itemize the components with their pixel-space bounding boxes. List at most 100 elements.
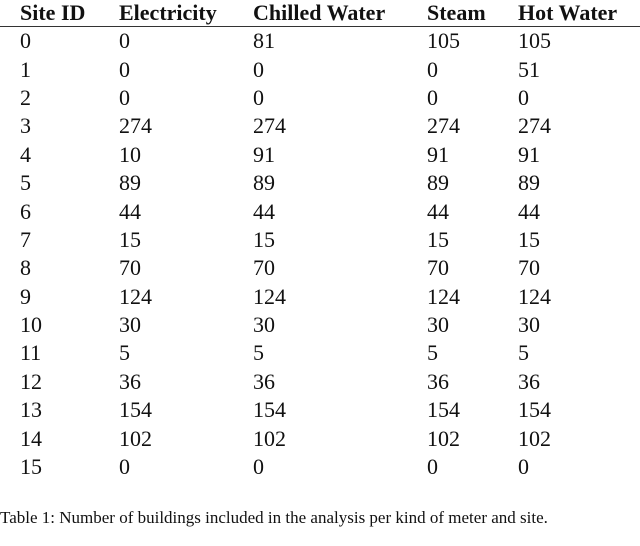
steam-cell: 91 xyxy=(427,141,449,167)
electricity-cell: 274 xyxy=(119,113,152,139)
buildings-per-meter-table: Site ID Electricity Chilled Water Steam … xyxy=(0,0,640,481)
site-id-value: 6 xyxy=(20,198,31,224)
table-row: 6 44 44 44 44 xyxy=(0,197,640,225)
site-id-value: 2 xyxy=(20,84,31,110)
electricity-cell: 44 xyxy=(119,198,141,224)
site-id-value: 3 xyxy=(20,113,31,139)
table-row: 14 102 102 102 102 xyxy=(0,424,640,452)
steam-cell: 89 xyxy=(427,170,449,196)
hot-water-cell: 105 xyxy=(518,28,551,54)
table-row: 15 0 0 0 0 xyxy=(0,453,640,481)
chilled-water-cell: 102 xyxy=(253,425,286,451)
hot-water-cell: 274 xyxy=(518,113,551,139)
electricity-cell: 15 xyxy=(119,226,141,252)
electricity-cell: 89 xyxy=(119,170,141,196)
site-id-cell: 5 xyxy=(0,169,119,197)
site-id-cell: 8 xyxy=(0,254,119,282)
hot-water-cell: 30 xyxy=(518,312,540,338)
electricity-cell: 124 xyxy=(119,283,152,309)
site-id-value: 13 xyxy=(20,397,42,423)
chilled-water-cell: 274 xyxy=(253,113,286,139)
chilled-water-cell: 36 xyxy=(253,368,275,394)
site-id-value: 9 xyxy=(20,283,31,309)
chilled-water-cell: 30 xyxy=(253,312,275,338)
header-electricity: Electricity xyxy=(119,0,253,27)
table-row: 8 70 70 70 70 xyxy=(0,254,640,282)
electricity-cell: 5 xyxy=(119,340,130,366)
steam-cell: 0 xyxy=(427,84,438,110)
site-id-cell: 2 xyxy=(0,84,119,112)
chilled-water-cell: 0 xyxy=(253,84,264,110)
steam-cell: 154 xyxy=(427,397,460,423)
site-id-value: 7 xyxy=(20,226,31,252)
steam-cell: 30 xyxy=(427,312,449,338)
hot-water-cell: 51 xyxy=(518,56,540,82)
steam-cell: 105 xyxy=(427,28,460,54)
electricity-cell: 36 xyxy=(119,368,141,394)
table-row: 13 154 154 154 154 xyxy=(0,396,640,424)
chilled-water-cell: 81 xyxy=(253,28,275,54)
electricity-cell: 0 xyxy=(119,56,130,82)
steam-cell: 5 xyxy=(427,340,438,366)
site-id-value: 10 xyxy=(20,312,42,338)
site-id-cell: 3 xyxy=(0,112,119,140)
chilled-water-cell: 0 xyxy=(253,454,264,480)
table-row: 11 5 5 5 5 xyxy=(0,339,640,367)
header-site-id: Site ID xyxy=(0,0,119,27)
hot-water-cell: 0 xyxy=(518,84,529,110)
table-row: 3 274 274 274 274 xyxy=(0,112,640,140)
hot-water-cell: 0 xyxy=(518,454,529,480)
hot-water-cell: 154 xyxy=(518,397,551,423)
header-hot-water: Hot Water xyxy=(518,0,640,27)
steam-cell: 102 xyxy=(427,425,460,451)
steam-cell: 70 xyxy=(427,255,449,281)
chilled-water-cell: 70 xyxy=(253,255,275,281)
steam-cell: 15 xyxy=(427,226,449,252)
hot-water-cell: 70 xyxy=(518,255,540,281)
hot-water-cell: 5 xyxy=(518,340,529,366)
site-id-value: 5 xyxy=(20,170,31,196)
hot-water-cell: 91 xyxy=(518,141,540,167)
site-id-cell: 6 xyxy=(0,197,119,225)
electricity-cell: 102 xyxy=(119,425,152,451)
hot-water-cell: 124 xyxy=(518,283,551,309)
chilled-water-cell: 124 xyxy=(253,283,286,309)
site-id-value: 14 xyxy=(20,425,42,451)
site-id-cell: 0 xyxy=(0,27,119,56)
electricity-cell: 0 xyxy=(119,84,130,110)
table-row: 0 0 81 105 105 xyxy=(0,27,640,56)
site-id-value: 0 xyxy=(20,28,31,54)
electricity-cell: 30 xyxy=(119,312,141,338)
steam-cell: 274 xyxy=(427,113,460,139)
steam-cell: 0 xyxy=(427,454,438,480)
hot-water-cell: 89 xyxy=(518,170,540,196)
electricity-cell: 70 xyxy=(119,255,141,281)
chilled-water-cell: 91 xyxy=(253,141,275,167)
table-row: 7 15 15 15 15 xyxy=(0,226,640,254)
site-id-value: 15 xyxy=(20,454,42,480)
chilled-water-cell: 15 xyxy=(253,226,275,252)
site-id-cell: 12 xyxy=(0,368,119,396)
site-id-cell: 1 xyxy=(0,55,119,83)
table-body: 0 0 81 105 105 1 0 0 0 51 2 0 0 0 0 3 274 274 274 274 4 10 91 9… xyxy=(0,27,640,482)
chilled-water-cell: 5 xyxy=(253,340,264,366)
electricity-cell: 0 xyxy=(119,454,130,480)
steam-cell: 0 xyxy=(427,56,438,82)
chilled-water-cell: 154 xyxy=(253,397,286,423)
hot-water-cell: 44 xyxy=(518,198,540,224)
site-id-value: 8 xyxy=(20,255,31,281)
table-row: 5 89 89 89 89 xyxy=(0,169,640,197)
site-id-value: 1 xyxy=(20,56,31,82)
site-id-cell: 4 xyxy=(0,141,119,169)
table-row: 9 124 124 124 124 xyxy=(0,283,640,311)
electricity-cell: 154 xyxy=(119,397,152,423)
site-id-value: 12 xyxy=(20,368,42,394)
site-id-cell: 11 xyxy=(0,339,119,367)
hot-water-cell: 102 xyxy=(518,425,551,451)
header-chilled-water: Chilled Water xyxy=(253,0,427,27)
table-row: 4 10 91 91 91 xyxy=(0,141,640,169)
table-row: 10 30 30 30 30 xyxy=(0,311,640,339)
site-id-value: 4 xyxy=(20,141,31,167)
chilled-water-cell: 89 xyxy=(253,170,275,196)
site-id-cell: 7 xyxy=(0,226,119,254)
